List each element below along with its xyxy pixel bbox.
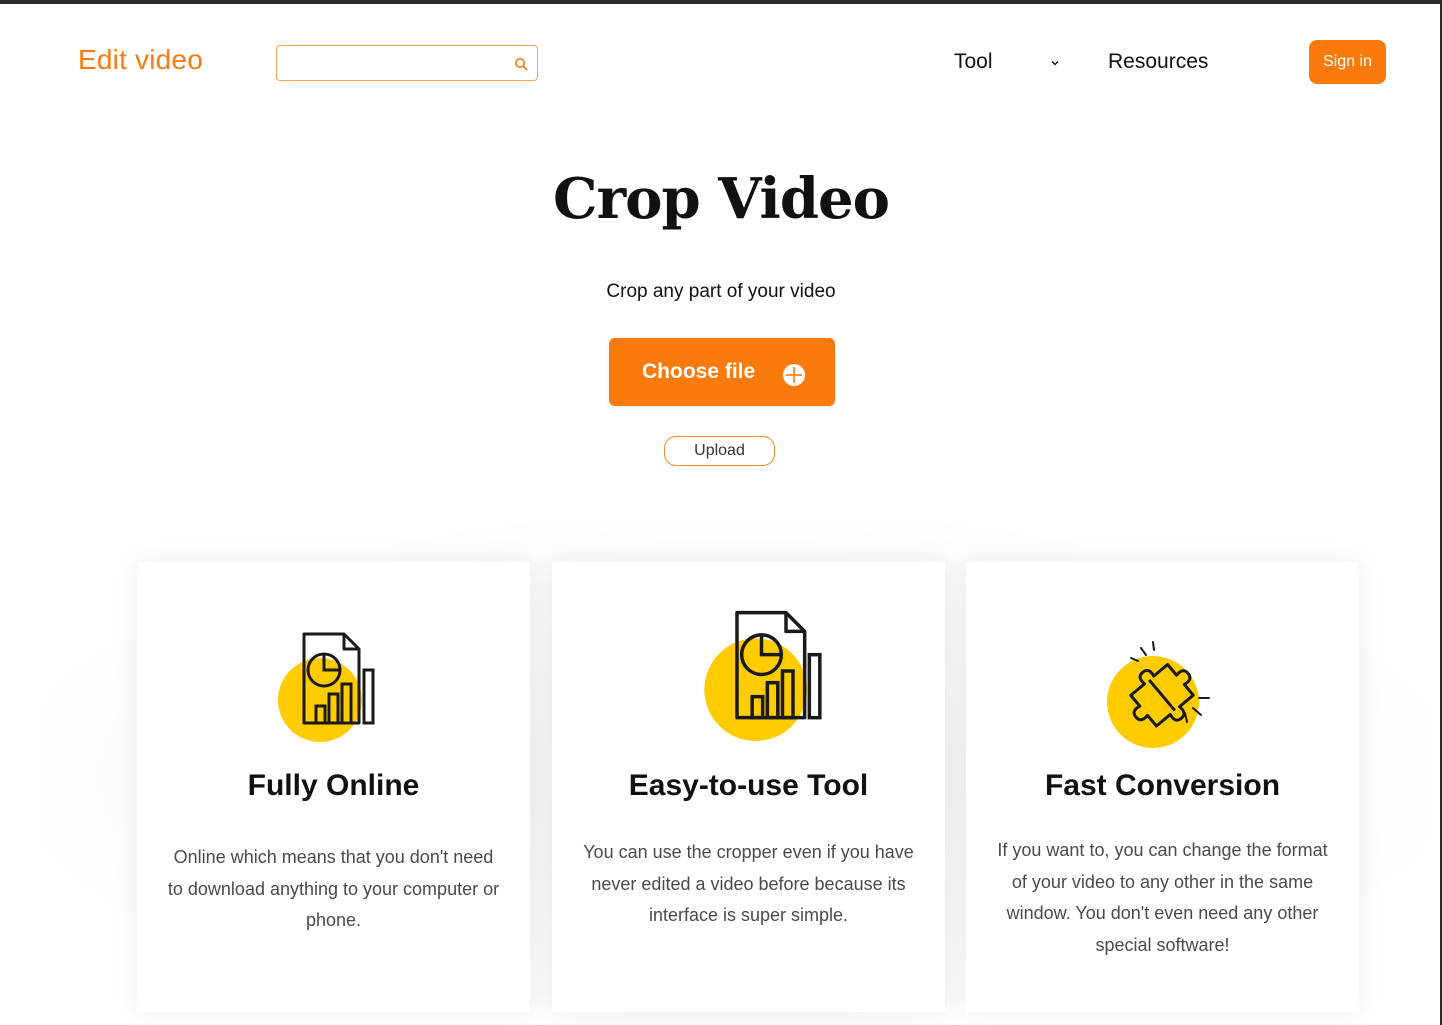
nav-tool[interactable]: Tool	[954, 50, 993, 74]
search-input[interactable]	[277, 46, 517, 80]
report-chart-icon	[278, 632, 375, 742]
nav-resources[interactable]: Resources	[1108, 50, 1208, 74]
chevron-down-icon[interactable]	[1049, 57, 1061, 69]
page-subtitle: Crop any part of your video	[606, 281, 836, 302]
feature-card-easy: Easy-to-use Tool You can use the cropper…	[552, 562, 945, 1012]
window-top-border	[0, 0, 1442, 4]
upload-button[interactable]: Upload	[664, 436, 775, 466]
choose-file-label: Choose file	[642, 360, 756, 383]
feature-title: Fast Conversion	[1044, 769, 1281, 802]
sign-in-button[interactable]: Sign in	[1309, 40, 1386, 84]
plus-circle-icon	[783, 364, 805, 386]
feature-description: You can use the cropper even if you have…	[583, 842, 914, 925]
feature-card-fast: Fast Conversion If you want to, you can …	[966, 562, 1359, 1012]
choose-file-button[interactable]: Choose file	[609, 338, 835, 406]
search-box[interactable]	[276, 45, 538, 81]
feature-description: Online which means that you don't need t…	[167, 847, 500, 930]
feature-title: Fully Online	[247, 769, 420, 802]
feature-title: Easy-to-use Tool	[628, 769, 869, 802]
puzzle-icon	[1107, 641, 1210, 748]
search-icon[interactable]	[514, 57, 528, 71]
feature-description: If you want to, you can change the forma…	[997, 840, 1328, 955]
brand-logo[interactable]: Edit video	[78, 44, 203, 76]
feature-card-online: Fully Online Online which means that you…	[137, 562, 530, 1012]
report-chart-icon	[704, 610, 822, 741]
page-title: Crop Video	[553, 166, 890, 232]
